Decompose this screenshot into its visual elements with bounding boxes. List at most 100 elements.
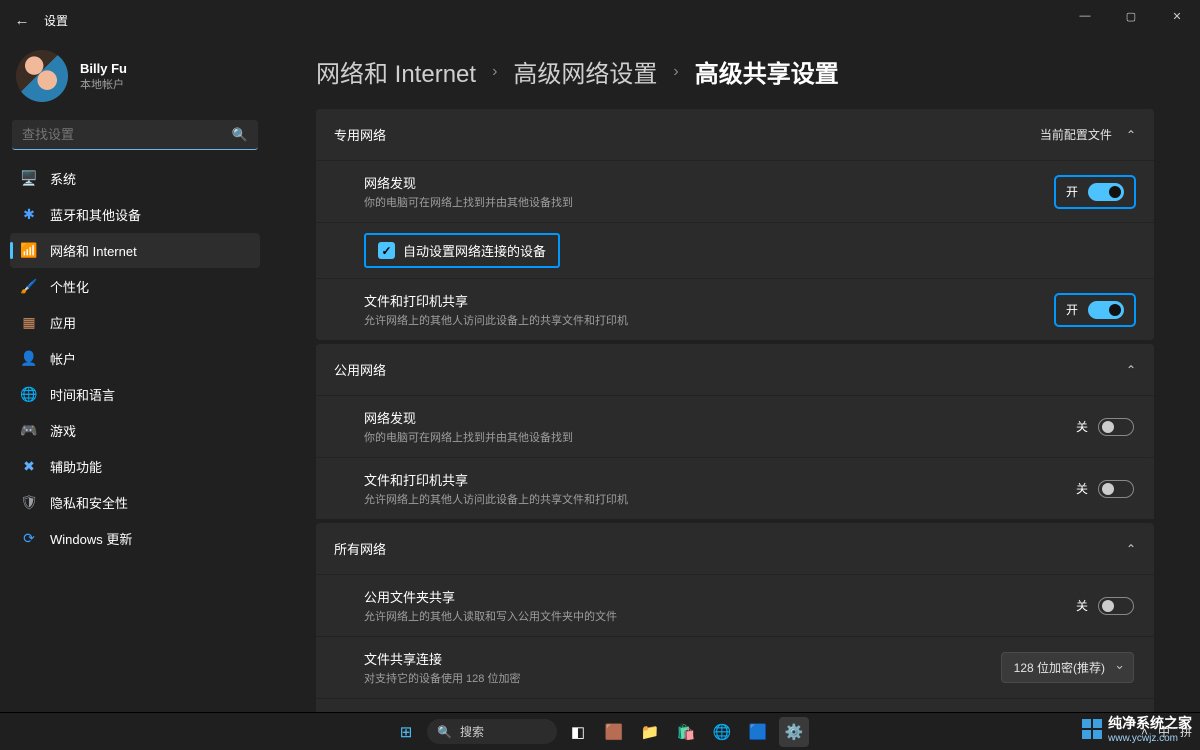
row-private-fileprint: 文件和打印机共享 允许网络上的其他人访问此设备上的共享文件和打印机 开 (316, 278, 1154, 340)
sidebar: Billy Fu 本地帐户 🔍 🖥️ 系统 ✱ 蓝牙和其他设备 📶 网络和 Interne… (0, 40, 270, 750)
row-desc: 对支持它的设备使用 128 位加密 (364, 670, 520, 686)
toggle-switch[interactable] (1098, 480, 1134, 498)
row-desc: 你的电脑可在网络上找到并由其他设备找到 (364, 194, 573, 210)
sidebar-item[interactable]: ✱ 蓝牙和其他设备 (10, 197, 260, 232)
toggle-state: 开 (1066, 301, 1078, 318)
edge-icon[interactable]: 🌐 (707, 717, 737, 747)
sidebar-item[interactable]: ⟳ Windows 更新 (10, 521, 260, 556)
toggle-state: 关 (1076, 480, 1088, 497)
nav-icon: 🖥️ (20, 170, 38, 188)
toggle-switch[interactable] (1098, 597, 1134, 615)
sidebar-item[interactable]: 🖥️ 系统 (10, 161, 260, 196)
section-private: 专用网络 当前配置文件 ⌃ 网络发现 你的电脑可在网络上找到并由其他设备找到 开 (316, 109, 1154, 340)
back-button[interactable]: ← (12, 10, 32, 30)
titlebar: ← 设置 (0, 0, 1200, 40)
nav-icon: ▦ (20, 314, 38, 332)
nav-label: Windows 更新 (50, 529, 132, 548)
section-title: 专用网络 (334, 125, 386, 144)
nav-icon: 👤 (20, 350, 38, 368)
nav-label: 隐私和安全性 (50, 493, 128, 512)
breadcrumb-advanced[interactable]: 高级网络设置 (513, 54, 657, 89)
row-desc: 允许网络上的其他人访问此设备上的共享文件和打印机 (364, 312, 628, 328)
maximize-button[interactable]: ▢ (1108, 0, 1154, 32)
ime-mode[interactable]: 拼 (1180, 723, 1192, 740)
user-subtitle: 本地帐户 (80, 76, 127, 92)
section-all-header[interactable]: 所有网络 ⌃ (316, 523, 1154, 574)
row-title: 网络发现 (364, 408, 573, 427)
toggle-private-fileprint[interactable]: 开 (1056, 295, 1134, 325)
nav-label: 网络和 Internet (50, 241, 137, 260)
taskbar-search[interactable]: 🔍 搜索 (427, 719, 557, 744)
ime-indicator[interactable]: 中 (1158, 723, 1170, 740)
search-input[interactable] (12, 120, 258, 150)
taskbar-search-label: 搜索 (460, 723, 484, 740)
row-public-discovery: 网络发现 你的电脑可在网络上找到并由其他设备找到 关 (316, 395, 1154, 457)
nav-label: 应用 (50, 313, 76, 332)
user-block[interactable]: Billy Fu 本地帐户 (10, 40, 260, 118)
row-title: 文件和打印机共享 (364, 291, 628, 310)
main-content: 网络和 Internet › 高级网络设置 › 高级共享设置 专用网络 当前配置… (270, 40, 1200, 750)
toggle-private-discovery[interactable]: 开 (1056, 177, 1134, 207)
start-button[interactable]: ⊞ (391, 717, 421, 747)
sidebar-item[interactable]: 🎮游戏 (10, 413, 260, 448)
window-controls: — ▢ ✕ (1062, 0, 1200, 32)
nav-label: 系统 (50, 169, 76, 188)
search-box[interactable]: 🔍 (12, 120, 258, 150)
row-desc: 你的电脑可在网络上找到并由其他设备找到 (364, 429, 573, 445)
store-icon[interactable]: 🛍️ (671, 717, 701, 747)
row-desc: 允许网络上的其他人读取和写入公用文件夹中的文件 (364, 608, 617, 624)
close-button[interactable]: ✕ (1154, 0, 1200, 32)
toggle-public-discovery[interactable]: 关 (1076, 418, 1134, 436)
toggle-switch[interactable] (1088, 301, 1124, 319)
nav-label: 帐户 (50, 349, 76, 368)
breadcrumb-network[interactable]: 网络和 Internet (316, 54, 476, 89)
settings-icon[interactable]: ⚙️ (779, 717, 809, 747)
nav-icon: ⟳ (20, 530, 38, 548)
task-view-icon[interactable]: ◧ (563, 717, 593, 747)
minimize-button[interactable]: — (1062, 0, 1108, 32)
row-all-publicfolder: 公用文件夹共享 允许网络上的其他人读取和写入公用文件夹中的文件 关 (316, 574, 1154, 636)
toggle-public-fileprint[interactable]: 关 (1076, 480, 1134, 498)
taskbar: ⊞ 🔍 搜索 ◧ 🟫 📁 🛍️ 🌐 🟦 ⚙️ ˄ 中 拼 (0, 712, 1200, 750)
nav-list: 🖥️ 系统 ✱ 蓝牙和其他设备 📶 网络和 Internet 🖌️ 个性化 ▦ 应用 👤 帐户 🌐 时间和… (10, 160, 260, 557)
nav-label: 个性化 (50, 277, 89, 296)
toggle-switch[interactable] (1088, 183, 1124, 201)
system-tray[interactable]: ˄ 中 拼 (1141, 723, 1192, 740)
chevron-right-icon: › (492, 63, 497, 81)
toggle-switch[interactable] (1098, 418, 1134, 436)
current-profile-label: 当前配置文件 (1040, 126, 1112, 143)
section-title: 公用网络 (334, 360, 386, 379)
section-public-header[interactable]: 公用网络 ⌃ (316, 344, 1154, 395)
nav-label: 蓝牙和其他设备 (50, 205, 141, 224)
chevron-up-icon: ⌃ (1126, 363, 1136, 377)
row-private-autoset: ✓ 自动设置网络连接的设备 (316, 222, 1154, 278)
taskbar-app-icon[interactable]: 🟦 (743, 717, 773, 747)
checkbox-autoset[interactable]: ✓ 自动设置网络连接的设备 (364, 233, 560, 268)
avatar (16, 50, 68, 102)
toggle-all-publicfolder[interactable]: 关 (1076, 597, 1134, 615)
dropdown-encryption[interactable]: 128 位加密(推荐) (1001, 652, 1134, 683)
nav-icon: 🖌️ (20, 278, 38, 296)
nav-icon: ✖ (20, 458, 38, 476)
nav-icon: 🌐 (20, 386, 38, 404)
file-explorer-icon[interactable]: 📁 (635, 717, 665, 747)
sidebar-item[interactable]: ▦ 应用 (10, 305, 260, 340)
nav-label: 辅助功能 (50, 457, 102, 476)
search-icon: 🔍 (437, 725, 452, 739)
sidebar-item[interactable]: 🛡隐私和安全性 (10, 485, 260, 520)
sidebar-item[interactable]: 🌐 时间和语言 (10, 377, 260, 412)
tray-chevron-icon[interactable]: ˄ (1141, 725, 1148, 739)
taskbar-app-icon[interactable]: 🟫 (599, 717, 629, 747)
sidebar-item[interactable]: 🖌️ 个性化 (10, 269, 260, 304)
toggle-state: 开 (1066, 183, 1078, 200)
nav-icon: 📶 (20, 242, 38, 260)
toggle-state: 关 (1076, 418, 1088, 435)
section-private-header[interactable]: 专用网络 当前配置文件 ⌃ (316, 109, 1154, 160)
nav-label: 时间和语言 (50, 385, 115, 404)
row-title: 公用文件夹共享 (364, 587, 617, 606)
sidebar-item[interactable]: 👤 帐户 (10, 341, 260, 376)
sidebar-item[interactable]: ✖ 辅助功能 (10, 449, 260, 484)
nav-icon: ✱ (20, 206, 38, 224)
sidebar-item[interactable]: 📶 网络和 Internet (10, 233, 260, 268)
nav-label: 游戏 (50, 421, 76, 440)
